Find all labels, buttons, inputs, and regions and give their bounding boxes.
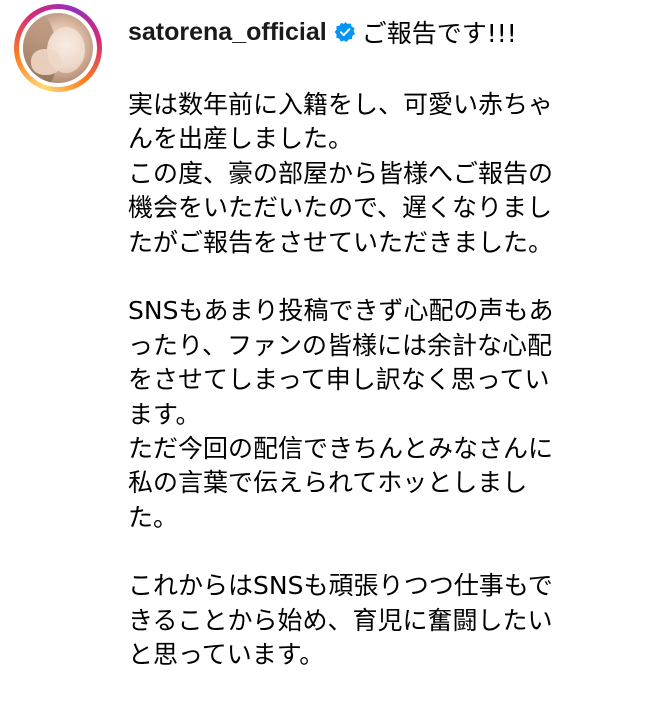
caption-body: 実は数年前に入籍をし、可愛い赤ちゃ んを出産しました。 この度、豪の部屋から皆様… bbox=[128, 88, 648, 673]
caption-line: たがご報告をさせていただきました。 bbox=[128, 227, 554, 257]
avatar-hand bbox=[31, 49, 61, 75]
caption-line: これからはSNSも頑張りつつ仕事もで bbox=[128, 571, 553, 601]
caption-line: 実は数年前に入籍をし、可愛い赤ちゃ bbox=[128, 90, 554, 119]
post-header: satorena_official ご報告です!!! bbox=[128, 14, 517, 50]
instagram-post-caption: satorena_official ご報告です!!! 実は数年前に入籍をし、可愛… bbox=[0, 0, 662, 720]
caption-line: 機会をいただいたので、遅くなりまし bbox=[128, 193, 553, 223]
profile-photo bbox=[23, 13, 93, 83]
caption-line: きることから始め、育児に奮闘したい bbox=[128, 605, 553, 635]
caption-line: んを出産しました。 bbox=[128, 124, 354, 154]
caption-line: と思っています。 bbox=[128, 640, 325, 670]
username-link[interactable]: satorena_official bbox=[128, 18, 327, 47]
caption-line: この度、豪の部屋から皆様へご報告の bbox=[128, 158, 554, 188]
caption-line: ただ今回の配信できちんとみなさんに bbox=[128, 433, 554, 463]
avatar[interactable] bbox=[14, 4, 102, 92]
caption-line: をさせてしまって申し訳なく思ってい bbox=[128, 365, 550, 395]
verified-badge-icon bbox=[334, 21, 355, 42]
caption-line: ます。 bbox=[128, 399, 201, 429]
caption-line: SNSもあまり投稿できず心配の声もあ bbox=[128, 296, 554, 326]
avatar-border bbox=[19, 9, 97, 87]
caption-line: た。 bbox=[128, 502, 179, 532]
caption-line: ったり、ファンの皆様には余計な心配 bbox=[128, 330, 553, 360]
caption-line: 私の言葉で伝えられてホッとしまし bbox=[128, 468, 528, 498]
caption-headline: ご報告です!!! bbox=[361, 19, 517, 48]
